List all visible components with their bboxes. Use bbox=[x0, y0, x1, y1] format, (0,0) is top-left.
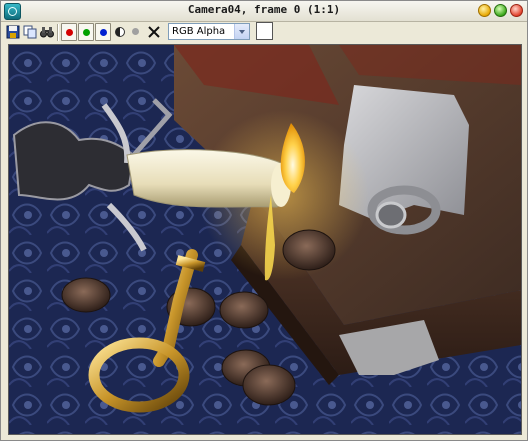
title-bar[interactable]: Camera04, frame 0 (1:1) bbox=[1, 1, 527, 22]
green-channel-button[interactable] bbox=[78, 23, 94, 41]
maximize-button[interactable] bbox=[494, 4, 507, 17]
red-channel-button[interactable] bbox=[61, 23, 77, 41]
chevron-down-icon[interactable] bbox=[234, 24, 249, 39]
blue-channel-button[interactable] bbox=[95, 23, 111, 41]
binoculars-button[interactable] bbox=[39, 23, 55, 41]
half-circle-icon bbox=[115, 27, 125, 37]
minimize-button[interactable] bbox=[478, 4, 491, 17]
clear-button[interactable] bbox=[146, 23, 162, 41]
render-window: Camera04, frame 0 (1:1) RGB Alpha bbox=[0, 0, 528, 441]
render-viewport bbox=[8, 44, 522, 435]
window-title: Camera04, frame 0 (1:1) bbox=[187, 3, 341, 16]
save-icon bbox=[6, 25, 20, 39]
clone-button[interactable] bbox=[22, 23, 38, 41]
x-icon bbox=[148, 26, 160, 38]
close-button[interactable] bbox=[510, 4, 523, 17]
alpha-button[interactable] bbox=[128, 23, 144, 41]
separator bbox=[57, 24, 59, 41]
save-button[interactable] bbox=[5, 23, 21, 41]
clone-icon bbox=[23, 25, 37, 39]
gray-dot-icon bbox=[132, 28, 139, 35]
channel-select[interactable]: RGB Alpha bbox=[168, 23, 250, 40]
monochrome-button[interactable] bbox=[112, 23, 128, 41]
toolbar: RGB Alpha bbox=[1, 22, 527, 43]
green-dot-icon bbox=[83, 29, 90, 36]
rendered-scene bbox=[9, 45, 521, 434]
color-swatch[interactable] bbox=[256, 22, 273, 40]
red-dot-icon bbox=[66, 29, 73, 36]
channel-select-value: RGB Alpha bbox=[172, 26, 226, 37]
blue-dot-icon bbox=[100, 29, 107, 36]
binoculars-icon bbox=[40, 27, 54, 38]
